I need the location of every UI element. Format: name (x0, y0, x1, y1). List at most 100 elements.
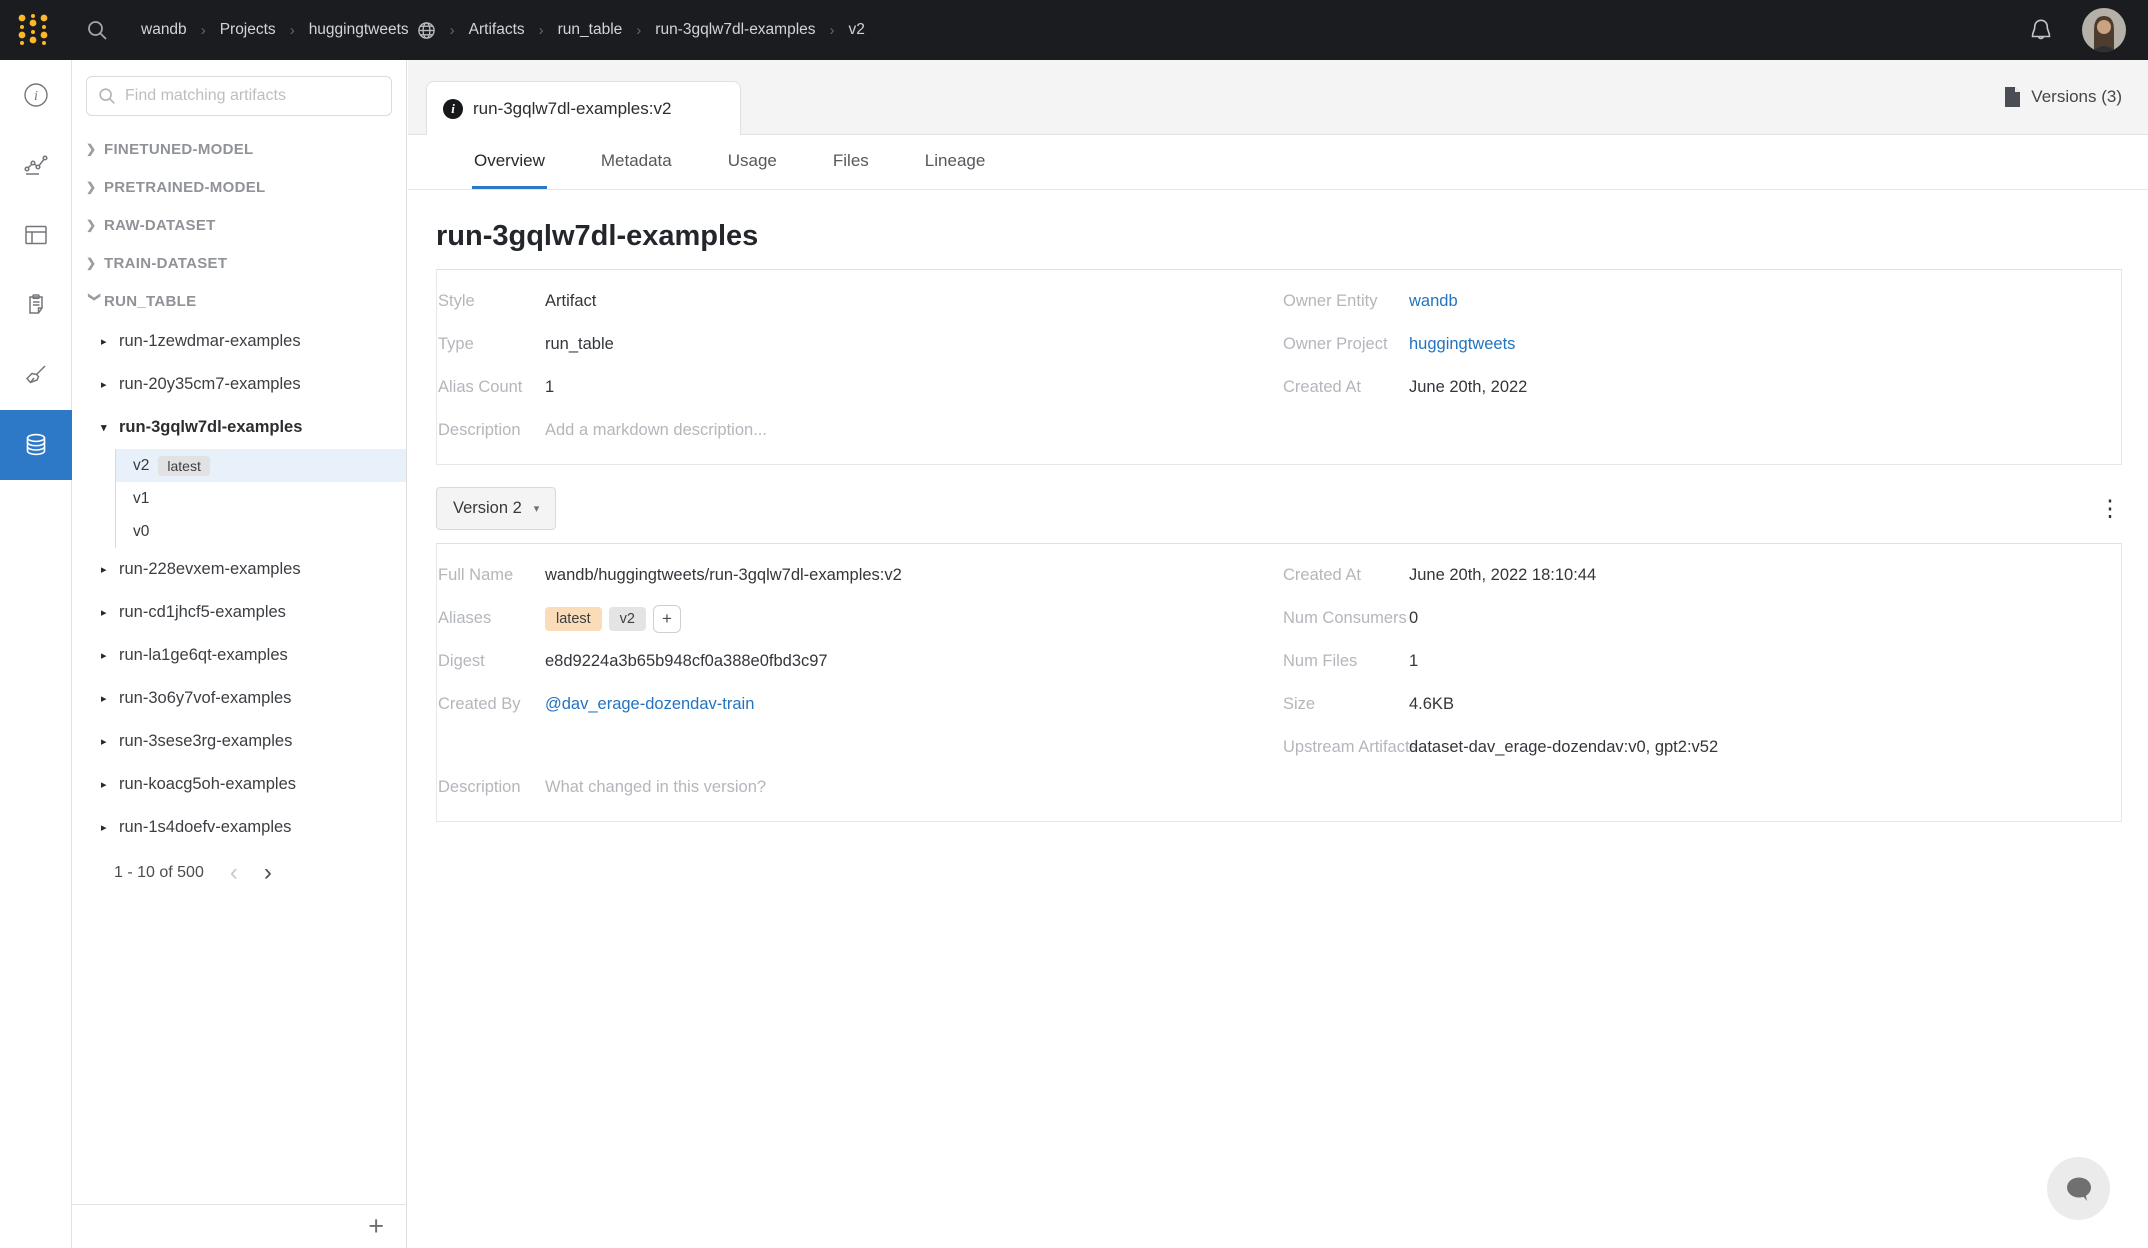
tree-section-raw-dataset[interactable]: ❯ RAW-DATASET (72, 206, 406, 244)
created-by-link[interactable]: @dav_erage-dozendav-train (545, 695, 754, 714)
globe-icon (417, 21, 436, 40)
tab-usage[interactable]: Usage (726, 135, 779, 189)
field-label: Description (437, 421, 545, 440)
rail-sweeps-icon[interactable] (0, 340, 72, 410)
run-name: run-3sese3rg-examples (119, 732, 292, 751)
field-owner-entity: Owner Entity wandb (1282, 280, 2121, 323)
search-input[interactable] (123, 86, 381, 106)
version-item-v1[interactable]: v1 (116, 482, 406, 515)
triangle-down-icon: ▾ (101, 421, 119, 434)
breadcrumb-separator: › (636, 22, 641, 39)
document-icon (2003, 86, 2022, 108)
tree-section-pretrained-model[interactable]: ❯ PRETRAINED-MODEL (72, 168, 406, 206)
field-value: 4.6KB (1409, 695, 1454, 714)
tab-metadata[interactable]: Metadata (599, 135, 674, 189)
field-size: Size 4.6KB (1282, 683, 2121, 726)
tree-section-run-table[interactable]: ❯ RUN_TABLE (72, 282, 406, 320)
version-description-placeholder[interactable]: What changed in this version? (545, 778, 766, 797)
wandb-logo-icon[interactable] (13, 10, 53, 50)
pagination-prev-icon[interactable]: ‹ (230, 859, 238, 887)
left-icon-rail: i (0, 60, 72, 1248)
version-select-dropdown[interactable]: Version 2 ▾ (436, 487, 556, 530)
run-name: run-20y35cm7-examples (119, 375, 301, 394)
rail-reports-icon[interactable] (0, 270, 72, 340)
tree-section-train-dataset[interactable]: ❯ TRAIN-DATASET (72, 244, 406, 282)
search-icon (97, 86, 117, 106)
rail-tables-icon[interactable] (0, 200, 72, 270)
version-item-v0[interactable]: v0 (116, 515, 406, 548)
run-name: run-koacg5oh-examples (119, 775, 296, 794)
run-name: run-cd1jhcf5-examples (119, 603, 286, 622)
field-label: Created By (437, 695, 545, 714)
field-created-by: Created By @dav_erage-dozendav-train (437, 683, 1282, 726)
artifact-sidebar: ❯ FINETUNED-MODEL ❯ PRETRAINED-MODEL ❯ R… (72, 60, 407, 1248)
overflow-menu-icon[interactable]: ⋮ (2098, 504, 2122, 514)
search-icon[interactable] (85, 18, 109, 42)
field-created-at: Created At June 20th, 2022 (1282, 366, 2121, 409)
add-alias-button[interactable]: + (653, 605, 681, 633)
owner-project-link[interactable]: huggingtweets (1409, 335, 1515, 354)
field-label: Description (437, 778, 545, 797)
breadcrumb-version[interactable]: v2 (849, 21, 865, 39)
field-value: run_table (545, 335, 614, 354)
owner-entity-link[interactable]: wandb (1409, 292, 1458, 311)
tree-run-item[interactable]: ▸ run-3sese3rg-examples (72, 720, 406, 763)
chat-bubble-icon (2064, 1175, 2094, 1203)
tree-run-item[interactable]: ▸ run-la1ge6qt-examples (72, 634, 406, 677)
field-num-files: Num Files 1 (1282, 640, 2121, 683)
tree-run-item-current[interactable]: ▾ run-3gqlw7dl-examples (72, 406, 406, 449)
rail-info-icon[interactable]: i (0, 60, 72, 130)
breadcrumb-artifacts[interactable]: Artifacts (469, 21, 525, 39)
add-artifact-button[interactable]: + (368, 1213, 384, 1240)
help-chat-button[interactable] (2047, 1157, 2110, 1220)
field-alias-count: Alias Count 1 (437, 366, 1282, 409)
tree-run-item[interactable]: ▸ run-228evxem-examples (72, 548, 406, 591)
user-avatar[interactable] (2082, 8, 2126, 52)
artifact-search-box[interactable] (86, 76, 392, 116)
field-aliases: Aliases latest v2 + (437, 597, 1282, 640)
tree-run-item[interactable]: ▸ run-koacg5oh-examples (72, 763, 406, 806)
breadcrumb-artifact-name[interactable]: run-3gqlw7dl-examples (655, 21, 815, 39)
breadcrumb-separator: › (290, 22, 295, 39)
breadcrumb-entity[interactable]: wandb (141, 21, 187, 39)
breadcrumb-projects[interactable]: Projects (220, 21, 276, 39)
notifications-bell-icon[interactable] (2026, 15, 2056, 45)
field-full-name: Full Name wandb/huggingtweets/run-3gqlw7… (437, 554, 1282, 597)
description-placeholder[interactable]: Add a markdown description... (545, 421, 767, 440)
rail-artifacts-icon[interactable] (0, 410, 72, 480)
tree-run-item[interactable]: ▸ run-cd1jhcf5-examples (72, 591, 406, 634)
tab-overview[interactable]: Overview (472, 135, 547, 189)
artifact-tree: ❯ FINETUNED-MODEL ❯ PRETRAINED-MODEL ❯ R… (72, 126, 406, 1204)
tree-section-finetuned-model[interactable]: ❯ FINETUNED-MODEL (72, 130, 406, 168)
version-detail-panel: Full Name wandb/huggingtweets/run-3gqlw7… (436, 543, 2122, 822)
field-label: Style (437, 292, 545, 311)
artifact-summary-panel: Style Artifact Type run_table Alias Coun… (436, 269, 2122, 465)
artifact-version-tab[interactable]: i run-3gqlw7dl-examples:v2 (426, 81, 741, 135)
breadcrumb-separator: › (450, 22, 455, 39)
field-value: 1 (1409, 652, 1418, 671)
field-type: Type run_table (437, 323, 1282, 366)
field-value: June 20th, 2022 (1409, 378, 1527, 397)
field-label: Num Consumers (1282, 609, 1409, 628)
field-digest: Digest e8d9224a3b65b948cf0a388e0fbd3c97 (437, 640, 1282, 683)
field-label: Size (1282, 695, 1409, 714)
versions-button[interactable]: Versions (3) (2003, 86, 2122, 108)
version-item-v2[interactable]: v2 latest (116, 449, 406, 482)
triangle-right-icon: ▸ (101, 649, 119, 662)
tab-lineage[interactable]: Lineage (923, 135, 988, 189)
field-label: Aliases (437, 609, 545, 628)
tree-run-item[interactable]: ▸ run-1s4doefv-examples (72, 806, 406, 849)
breadcrumb-artifact-type[interactable]: run_table (558, 21, 623, 39)
tree-run-item[interactable]: ▸ run-1zewdmar-examples (72, 320, 406, 363)
field-value: Artifact (545, 292, 596, 311)
breadcrumb-project[interactable]: huggingtweets (309, 21, 409, 39)
pagination-next-icon[interactable]: › (264, 859, 272, 887)
run-name: run-3o6y7vof-examples (119, 689, 291, 708)
field-label: Owner Entity (1282, 292, 1409, 311)
tree-run-item[interactable]: ▸ run-20y35cm7-examples (72, 363, 406, 406)
tab-files[interactable]: Files (831, 135, 871, 189)
tree-run-item[interactable]: ▸ run-3o6y7vof-examples (72, 677, 406, 720)
caret-down-icon: ▾ (534, 502, 540, 515)
rail-charts-icon[interactable] (0, 130, 72, 200)
tree-section-label: TRAIN-DATASET (104, 255, 227, 272)
